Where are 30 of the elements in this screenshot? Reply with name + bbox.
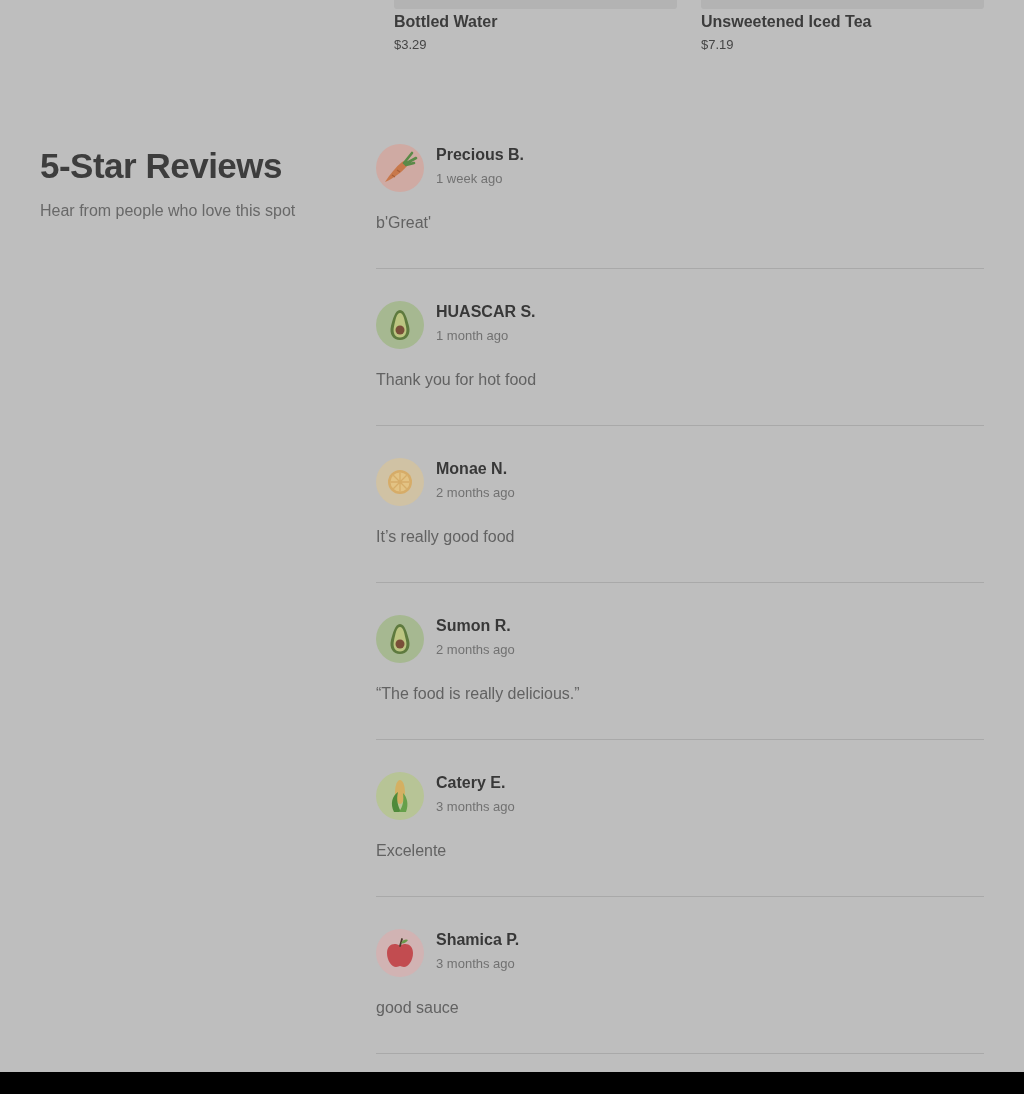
product-price: $7.19	[701, 36, 734, 54]
avocado-icon	[376, 615, 424, 663]
review-text: Thank you for hot food	[376, 370, 537, 390]
review-text: good sauce	[376, 998, 459, 1018]
review-date: 2 months ago	[436, 484, 515, 502]
reviewer-name: Precious B.	[436, 145, 525, 165]
product-name[interactable]: Bottled Water	[394, 12, 498, 32]
review-text: Excelente	[376, 841, 447, 861]
reviewer-name: Shamica P.	[436, 930, 520, 950]
review-date: 2 months ago	[436, 641, 515, 659]
section-title: 5-Star Reviews	[40, 145, 283, 187]
review-text: It’s really good food	[376, 527, 515, 547]
review-date: 3 months ago	[436, 798, 515, 816]
reviewer-name: Catery E.	[436, 773, 506, 793]
review-text: b'Great'	[376, 213, 432, 233]
reviewer-name: Monae N.	[436, 459, 508, 479]
product-name[interactable]: Unsweetened Iced Tea	[701, 12, 872, 32]
citrus-slice-icon	[376, 458, 424, 506]
avocado-icon	[376, 301, 424, 349]
review-date: 1 month ago	[436, 327, 509, 345]
review-date: 3 months ago	[436, 955, 515, 973]
corn-icon	[376, 772, 424, 820]
review-date: 1 week ago	[436, 170, 503, 188]
review-text: “The food is really delicious.”	[376, 684, 580, 704]
apple-icon	[376, 929, 424, 977]
product-price: $3.29	[394, 36, 427, 54]
section-subtitle: Hear from people who love this spot	[40, 201, 296, 221]
carrot-icon	[376, 144, 424, 192]
reviewer-name: Sumon R.	[436, 616, 511, 636]
reviewer-name: HUASCAR S.	[436, 302, 536, 322]
